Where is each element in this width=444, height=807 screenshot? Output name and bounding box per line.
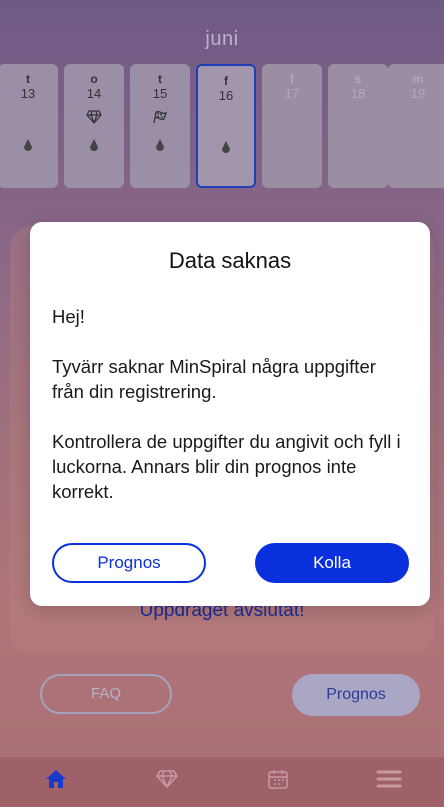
app-screen: juni t 13 o 14 t 15 f 16 l 17 s 18 m 19 … <box>0 0 444 807</box>
check-button[interactable]: Kolla <box>255 543 409 583</box>
dialog-greeting: Hej! <box>52 306 85 327</box>
prognos-dialog-button[interactable]: Prognos <box>52 543 206 583</box>
missing-data-dialog: Data saknas Hej! Tyvärr saknar MinSpiral… <box>30 222 430 606</box>
dialog-message: Tyvärr saknar MinSpiral några uppgifter … <box>52 356 376 402</box>
dialog-message: Kontrollera de uppgifter du angivit och … <box>52 431 401 502</box>
dialog-body: Hej! Tyvärr saknar MinSpiral några uppgi… <box>52 304 408 529</box>
dialog-title: Data saknas <box>168 248 292 273</box>
